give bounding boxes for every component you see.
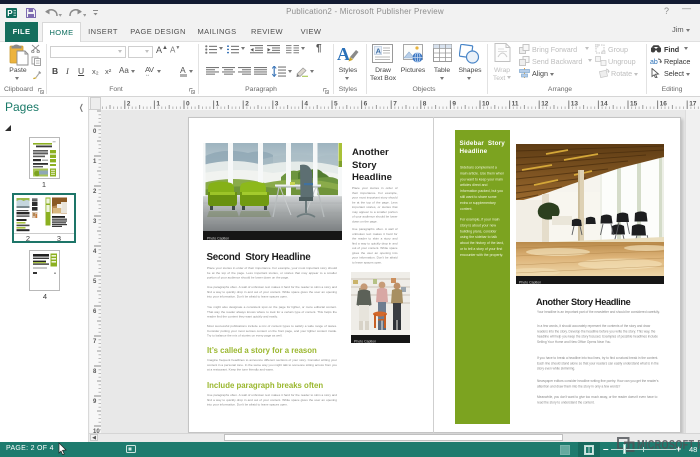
svg-text:8: 8 xyxy=(93,369,97,375)
svg-text:15: 15 xyxy=(630,101,638,108)
svg-text:4: 4 xyxy=(304,101,308,108)
svg-text:11: 11 xyxy=(512,101,519,108)
svg-text:A: A xyxy=(376,47,382,56)
svg-text:8: 8 xyxy=(423,101,427,108)
svg-text:0: 0 xyxy=(93,129,97,135)
svg-text:0: 0 xyxy=(186,101,190,108)
svg-text:2: 2 xyxy=(245,101,249,108)
svg-text:7: 7 xyxy=(93,339,97,345)
svg-text:12: 12 xyxy=(541,101,549,108)
svg-text:P: P xyxy=(7,9,13,18)
svg-text:14: 14 xyxy=(600,101,608,108)
svg-text:ab: ab xyxy=(650,59,658,66)
svg-text:3: 3 xyxy=(93,219,97,225)
svg-text:2: 2 xyxy=(127,101,131,108)
svg-text:10: 10 xyxy=(482,101,490,108)
svg-text:5: 5 xyxy=(93,279,97,285)
svg-text:4: 4 xyxy=(93,249,97,255)
svg-text:1: 1 xyxy=(93,159,97,165)
svg-text:2: 2 xyxy=(93,189,97,195)
svg-text:A: A xyxy=(337,44,350,64)
svg-text:1: 1 xyxy=(216,101,220,108)
svg-text:9: 9 xyxy=(452,101,456,108)
svg-text:3: 3 xyxy=(275,101,279,108)
svg-text:6: 6 xyxy=(364,101,368,108)
svg-text:7: 7 xyxy=(393,101,397,108)
svg-text:13: 13 xyxy=(571,101,579,108)
svg-text:1: 1 xyxy=(156,101,160,108)
svg-text:5: 5 xyxy=(334,101,338,108)
svg-text:16: 16 xyxy=(660,101,668,108)
svg-text:9: 9 xyxy=(93,399,97,405)
svg-text:17: 17 xyxy=(689,101,697,108)
svg-text:6: 6 xyxy=(93,309,97,315)
